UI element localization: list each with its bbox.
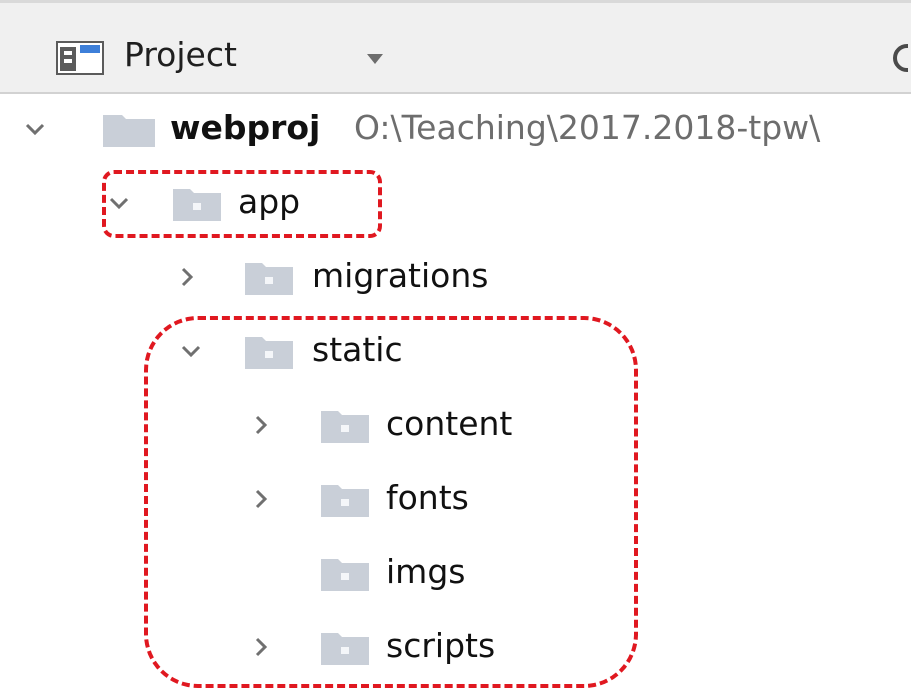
project-path: O:\Teaching\2017.2018-tpw\ [354, 108, 821, 147]
tree-root-row[interactable]: webproj O:\Teaching\2017.2018-tpw\ [0, 94, 911, 164]
project-tool-window-header: Project [0, 0, 911, 94]
project-panel-icon[interactable] [56, 41, 104, 75]
triangle-down-icon[interactable] [364, 51, 386, 65]
chevron-right-icon[interactable] [176, 266, 198, 288]
highlight-box-static [144, 316, 638, 688]
panel-title[interactable]: Project [124, 33, 237, 77]
folder-icon [244, 260, 294, 296]
chevron-down-icon[interactable] [24, 118, 46, 140]
folder-icon [102, 112, 156, 148]
highlight-box-app [102, 170, 382, 238]
settings-icon[interactable] [890, 41, 911, 75]
tree-item-label: migrations [312, 256, 489, 295]
tree-item-label: webproj [170, 108, 321, 147]
tree-item-migrations[interactable]: migrations [0, 242, 911, 312]
